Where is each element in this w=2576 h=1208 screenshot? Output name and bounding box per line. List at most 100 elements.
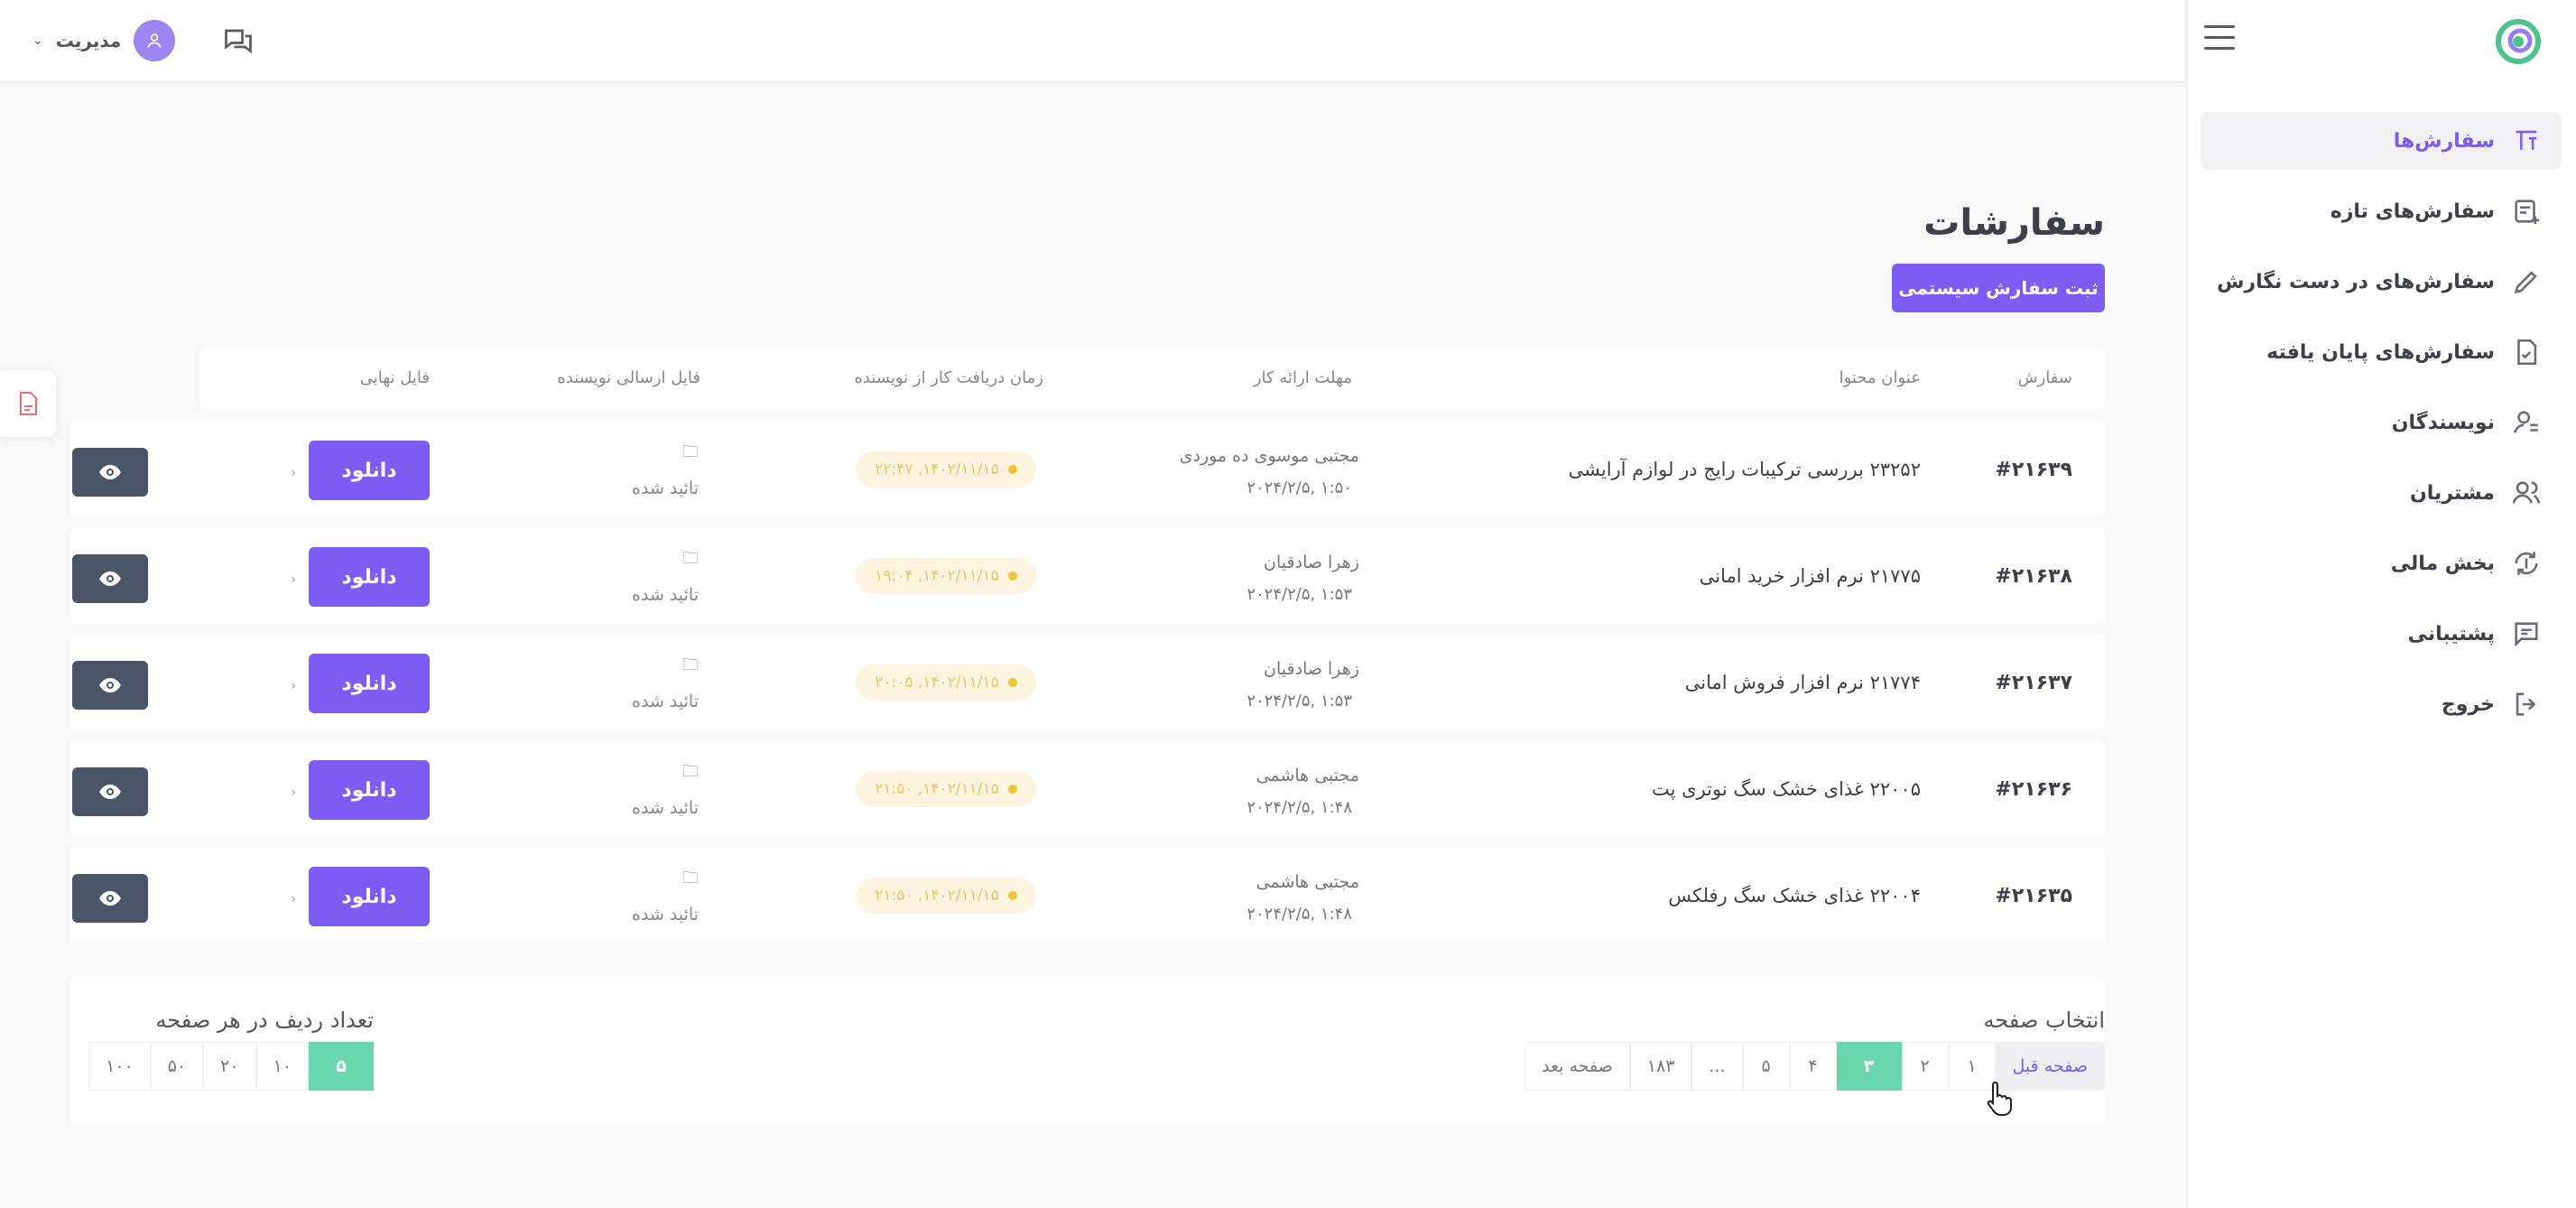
avatar	[134, 20, 176, 61]
per-page-option[interactable]: ۱۰	[255, 1042, 309, 1091]
next-page-button[interactable]: صفحه بعد	[1524, 1042, 1630, 1091]
writer-name: مجتبی هاشمی	[1256, 872, 1359, 892]
per-page-option-active[interactable]: ۵	[309, 1042, 374, 1091]
download-button[interactable]: دانلود	[309, 760, 430, 820]
view-button[interactable]	[72, 448, 148, 497]
sidebar-item-in-progress[interactable]: سفارش‌های در دست نگارش	[2201, 253, 2562, 311]
file-status: تائید شده	[632, 905, 699, 925]
per-page-option[interactable]: ۲۰	[203, 1042, 256, 1091]
status-dot-icon	[1007, 678, 1017, 687]
chevron-left-icon: ‹	[291, 466, 296, 480]
page-button-last[interactable]: ۱۸۳	[1629, 1042, 1692, 1091]
completed-file-icon	[2517, 339, 2537, 366]
download-button[interactable]: دانلود	[309, 654, 430, 713]
writer-name: مجتبی موسوی ده موردی	[1179, 446, 1359, 466]
order-id[interactable]: #۲۱۶۳۹	[1995, 459, 2072, 481]
user-icon	[147, 33, 162, 48]
sidebar-item-label: سفارش‌ها	[2393, 129, 2495, 153]
sidebar-item-label: سفارش‌های در دست نگارش	[2217, 270, 2495, 293]
per-page-option[interactable]: ۱۰۰	[88, 1042, 151, 1091]
view-button[interactable]	[72, 874, 148, 923]
column-header-title: عنوان محتوا	[1839, 368, 1921, 387]
file-status: تائید شده	[632, 692, 699, 711]
page-select-label: انتخاب صفحه	[1983, 1008, 2106, 1033]
page-button[interactable]: ۲	[1901, 1042, 1949, 1091]
table-row: #۲۱۶۳۸ ۲۱۷۷۵ نرم افزار خرید امانی زهرا ص…	[70, 527, 2105, 623]
sidebar-item-completed[interactable]: سفارش‌های پایان یافته	[2201, 323, 2562, 381]
page-button-active[interactable]: ۳	[1836, 1042, 1902, 1091]
status-dot-icon	[1007, 891, 1017, 900]
page-ellipsis: ...	[1691, 1042, 1743, 1091]
sidebar-item-label: مشتریان	[2410, 481, 2495, 505]
sidebar-item-finance[interactable]: بخش مالی	[2201, 534, 2562, 592]
eye-icon	[99, 785, 121, 799]
table-row: #۲۱۶۳۹ ۲۳۲۵۲ بررسی ترکیبات رایج در لوازم…	[70, 421, 2105, 516]
order-id[interactable]: #۲۱۶۳۷	[1995, 672, 2072, 694]
messages-icon[interactable]	[222, 25, 255, 58]
menu-toggle-icon[interactable]	[2204, 25, 2235, 52]
folder-icon[interactable]: 🗀	[682, 547, 699, 574]
chevron-left-icon: ‹	[291, 785, 296, 800]
order-id[interactable]: #۲۱۶۳۵	[1995, 885, 2072, 907]
page-button[interactable]: ۵	[1742, 1042, 1790, 1091]
floating-side-tab[interactable]	[0, 370, 56, 437]
order-id[interactable]: #۲۱۶۳۶	[1995, 778, 2072, 801]
sidebar-item-logout[interactable]: خروج	[2201, 675, 2562, 733]
sidebar-item-orders[interactable]: سفارش‌ها	[2201, 112, 2562, 170]
sidebar-item-support[interactable]: پشتیبانی	[2201, 605, 2562, 663]
chevron-left-icon: ‹	[291, 572, 296, 587]
sidebar-item-label: نویسندگان	[2391, 411, 2495, 434]
status-dot-icon	[1007, 785, 1017, 794]
table-header: سفارش عنوان محتوا مهلت ارائه کار زمان در…	[200, 348, 2105, 410]
add-system-order-button[interactable]: ثبت سفارش سیستمی	[1892, 264, 2105, 312]
finance-icon	[2515, 552, 2538, 575]
eye-icon	[99, 891, 121, 906]
download-button[interactable]: دانلود	[309, 547, 430, 607]
folder-icon[interactable]: 🗀	[682, 441, 699, 468]
writer-name: مجتبی هاشمی	[1256, 766, 1359, 785]
user-menu[interactable]: ⌄ مدیریت	[32, 20, 176, 61]
page-button[interactable]: ۴	[1789, 1042, 1837, 1091]
received-time-badge: ۱۴۰۲/۱۱/۱۵, ۱۹:۰۴	[856, 558, 1036, 594]
view-button[interactable]	[72, 554, 148, 603]
download-button[interactable]: دانلود	[309, 867, 430, 926]
order-id[interactable]: #۲۱۶۳۸	[1995, 565, 2072, 588]
column-header-order: سفارش	[2017, 368, 2072, 387]
column-header-final-file: فایل نهایی	[359, 368, 430, 387]
chevron-left-icon: ‹	[291, 679, 296, 693]
order-title: ۲۱۷۷۴ نرم افزار فروش امانی	[1684, 672, 1921, 693]
order-title: ۲۲۰۰۵ غذای خشک سگ نوتری پت	[1652, 778, 1921, 800]
sidebar-item-writers[interactable]: نویسندگان	[2201, 394, 2562, 451]
received-time-badge: ۱۴۰۲/۱۱/۱۵, ۲۱:۵۰	[856, 771, 1036, 807]
eye-icon	[99, 571, 121, 586]
orders-icon	[2516, 130, 2537, 150]
top-bar: ⌄ مدیریت	[0, 0, 2184, 83]
per-page-option[interactable]: ۵۰	[150, 1042, 204, 1091]
view-button[interactable]	[72, 661, 148, 710]
logo-icon	[2496, 19, 2541, 64]
sidebar-item-customers[interactable]: مشتریان	[2201, 464, 2562, 522]
user-name: مدیریت	[55, 30, 122, 51]
view-button[interactable]	[72, 767, 148, 816]
deadline-date: ۲۰۲۴/۲/۵, ۱:۴۸	[1246, 798, 1352, 817]
received-time-badge: ۱۴۰۲/۱۱/۱۵, ۲۰:۰۵	[856, 664, 1036, 701]
folder-icon[interactable]: 🗀	[682, 654, 699, 681]
received-time: ۱۴۰۲/۱۱/۱۵, ۲۰:۰۵	[875, 674, 999, 692]
per-page-selector: ۵ ۱۰ ۲۰ ۵۰ ۱۰۰	[88, 1042, 374, 1091]
sidebar-item-new-orders[interactable]: سفارش‌های تازه	[2201, 182, 2562, 240]
table-row: #۲۱۶۳۵ ۲۲۰۰۴ غذای خشک سگ رفلکس مجتبی هاش…	[70, 847, 2105, 943]
order-title: ۲۱۷۷۵ نرم افزار خرید امانی	[1699, 565, 1921, 587]
per-page-label: تعداد ردیف در هر صفحه	[155, 1008, 374, 1033]
folder-icon[interactable]: 🗀	[682, 867, 699, 894]
download-button[interactable]: دانلود	[309, 441, 430, 500]
writer-name: زهرا صادقیان	[1264, 659, 1359, 679]
received-time: ۱۴۰۲/۱۱/۱۵, ۲۲:۴۷	[875, 460, 999, 479]
status-dot-icon	[1007, 571, 1017, 581]
received-time-badge: ۱۴۰۲/۱۱/۱۵, ۲۱:۵۰	[856, 878, 1036, 914]
folder-icon[interactable]: 🗀	[682, 760, 699, 787]
sidebar: سفارش‌ها سفارش‌های تازه سفارش‌های در دست…	[2186, 0, 2576, 1208]
order-title: ۲۲۰۰۴ غذای خشک سگ رفلکس	[1668, 885, 1921, 906]
chevron-down-icon: ⌄	[32, 33, 43, 48]
received-time: ۱۴۰۲/۱۱/۱۵, ۲۱:۵۰	[875, 887, 999, 905]
received-time: ۱۴۰۲/۱۱/۱۵, ۱۹:۰۴	[875, 567, 999, 585]
